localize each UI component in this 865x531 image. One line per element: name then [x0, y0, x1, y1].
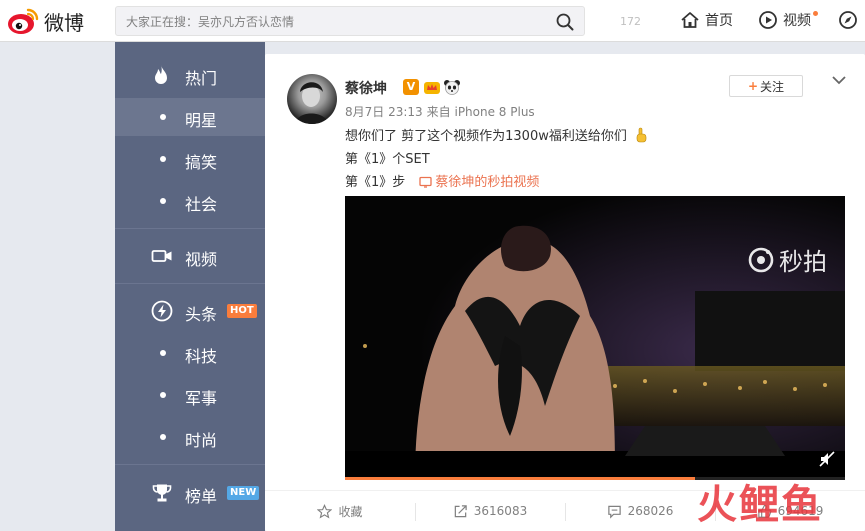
pointing-hand-emoji-icon — [636, 127, 647, 143]
sidebar-item-fashion[interactable]: 时尚 — [115, 418, 265, 456]
video-link-text: 蔡徐坤的秒拍视频 — [435, 175, 540, 190]
favorite-button[interactable]: 收藏 — [265, 491, 415, 531]
miaopai-watermark: 秒拍 — [747, 242, 827, 277]
video-frame — [345, 196, 845, 477]
verified-badge: V — [403, 79, 419, 95]
search-icon[interactable] — [556, 13, 574, 31]
sidebar-item-label: 军事 — [185, 389, 218, 408]
sidebar-item-label: 社会 — [185, 195, 218, 214]
sidebar-item-label: 搞笑 — [185, 153, 218, 172]
sidebar-divider — [115, 283, 265, 284]
repost-button[interactable]: 3616083 — [415, 491, 565, 531]
bullet-icon — [160, 156, 166, 162]
search-input[interactable] — [126, 13, 546, 31]
sidebar-item-star[interactable]: 明星 — [115, 98, 265, 136]
repost-count: 3616083 — [473, 504, 528, 518]
notification-dot — [813, 11, 818, 16]
faded-counter: 172 — [620, 15, 641, 28]
top-bar: 微博 172 首页 视频 — [0, 0, 865, 42]
site-watermark: 火鲤鱼 — [697, 482, 823, 528]
sidebar-item-label: 头条 — [185, 305, 218, 324]
weibo-post-card: 蔡徐坤 V 8月7日 23:13 来自 iPhone 8 Plus + 关注 想你… — [265, 54, 865, 531]
sidebar-item-video[interactable]: 视频 — [115, 237, 265, 275]
sidebar-item-headline[interactable]: 头条 HOT — [115, 292, 265, 330]
video-player[interactable]: 秒拍 — [345, 196, 845, 477]
crown-icon — [424, 82, 440, 94]
sidebar-item-military[interactable]: 军事 — [115, 376, 265, 414]
weibo-logo[interactable]: 微博 — [6, 5, 84, 37]
fire-icon — [155, 65, 167, 84]
sidebar-item-hot[interactable]: 热门 — [115, 56, 265, 94]
sidebar-divider — [115, 228, 265, 229]
post-source: 来自 iPhone 8 Plus — [426, 105, 535, 119]
video-play-icon — [759, 11, 777, 29]
sidebar-item-tech[interactable]: 科技 — [115, 334, 265, 372]
home-icon — [681, 12, 699, 28]
logo-text: 微博 — [44, 10, 84, 35]
camera-icon — [151, 250, 172, 262]
share-icon — [454, 504, 467, 517]
post-meta: 8月7日 23:13 来自 iPhone 8 Plus — [345, 103, 539, 120]
bullet-icon — [160, 392, 166, 398]
avatar-portrait — [295, 82, 329, 124]
follow-button[interactable]: + 关注 — [729, 75, 803, 97]
bullet-icon — [160, 198, 166, 204]
nav-home-label: 首页 — [705, 13, 733, 29]
sidebar-item-society[interactable]: 社会 — [115, 182, 265, 220]
bullet-icon — [160, 114, 166, 120]
nav-video-label: 视频 — [783, 13, 811, 29]
chevron-down-icon[interactable] — [831, 74, 847, 86]
video-link-icon — [419, 176, 433, 188]
sidebar-item-label: 明星 — [185, 111, 218, 130]
sidebar-item-label: 视频 — [185, 250, 218, 269]
new-badge: NEW — [227, 486, 260, 500]
video-link[interactable]: 蔡徐坤的秒拍视频 — [419, 175, 539, 190]
comment-icon — [607, 505, 621, 519]
weibo-eye-icon — [8, 8, 39, 34]
comment-button[interactable]: 268026 — [565, 491, 715, 531]
bullet-icon — [160, 434, 166, 440]
post-text-line: 第《1》步 蔡徐坤的秒拍视频 — [345, 171, 539, 190]
watermark-text: 秒拍 — [779, 248, 827, 276]
sidebar: 热门 明星 搞笑 社会 视频 头条 HOT 科技 军事 时尚 榜单 NEW — [115, 42, 265, 531]
panda-icon — [444, 80, 460, 95]
post-date[interactable]: 8月7日 23:13 — [345, 105, 423, 119]
plus-icon: + — [747, 79, 759, 93]
avatar[interactable] — [287, 74, 337, 124]
favorite-label: 收藏 — [338, 504, 363, 519]
star-icon — [317, 503, 333, 518]
miaopai-logo-icon — [748, 247, 774, 272]
post-text: 第《1》个SET — [345, 152, 430, 167]
nav-video[interactable]: 视频 — [758, 0, 818, 40]
post-text: 想你们了 剪了这个视频作为1300w福利送给你们 — [345, 129, 627, 144]
sidebar-item-label: 热门 — [185, 69, 218, 88]
post-text-line: 第《1》个SET — [345, 148, 430, 167]
follow-label: 关注 — [760, 79, 785, 94]
sidebar-item-funny[interactable]: 搞笑 — [115, 140, 265, 178]
sidebar-item-label: 时尚 — [185, 431, 218, 450]
post-text-line: 想你们了 剪了这个视频作为1300w福利送给你们 — [345, 125, 648, 144]
search-box[interactable] — [115, 6, 585, 36]
trophy-icon — [152, 484, 172, 502]
hot-badge: HOT — [227, 304, 257, 318]
sidebar-divider — [115, 464, 265, 465]
video-progress-fill — [345, 477, 695, 480]
comment-count: 268026 — [627, 504, 674, 518]
mute-icon[interactable] — [819, 451, 835, 467]
lightning-icon — [151, 300, 173, 322]
sidebar-item-ranking[interactable]: 榜单 NEW — [115, 474, 265, 512]
post-username[interactable]: 蔡徐坤 — [345, 78, 387, 98]
compass-icon[interactable] — [838, 10, 858, 30]
nav-home[interactable]: 首页 — [680, 0, 733, 40]
video-progress-bar[interactable] — [345, 477, 845, 480]
bullet-icon — [160, 350, 166, 356]
sidebar-item-label: 榜单 — [185, 487, 218, 506]
post-text: 第《1》步 — [345, 175, 406, 190]
sidebar-item-label: 科技 — [185, 347, 218, 366]
